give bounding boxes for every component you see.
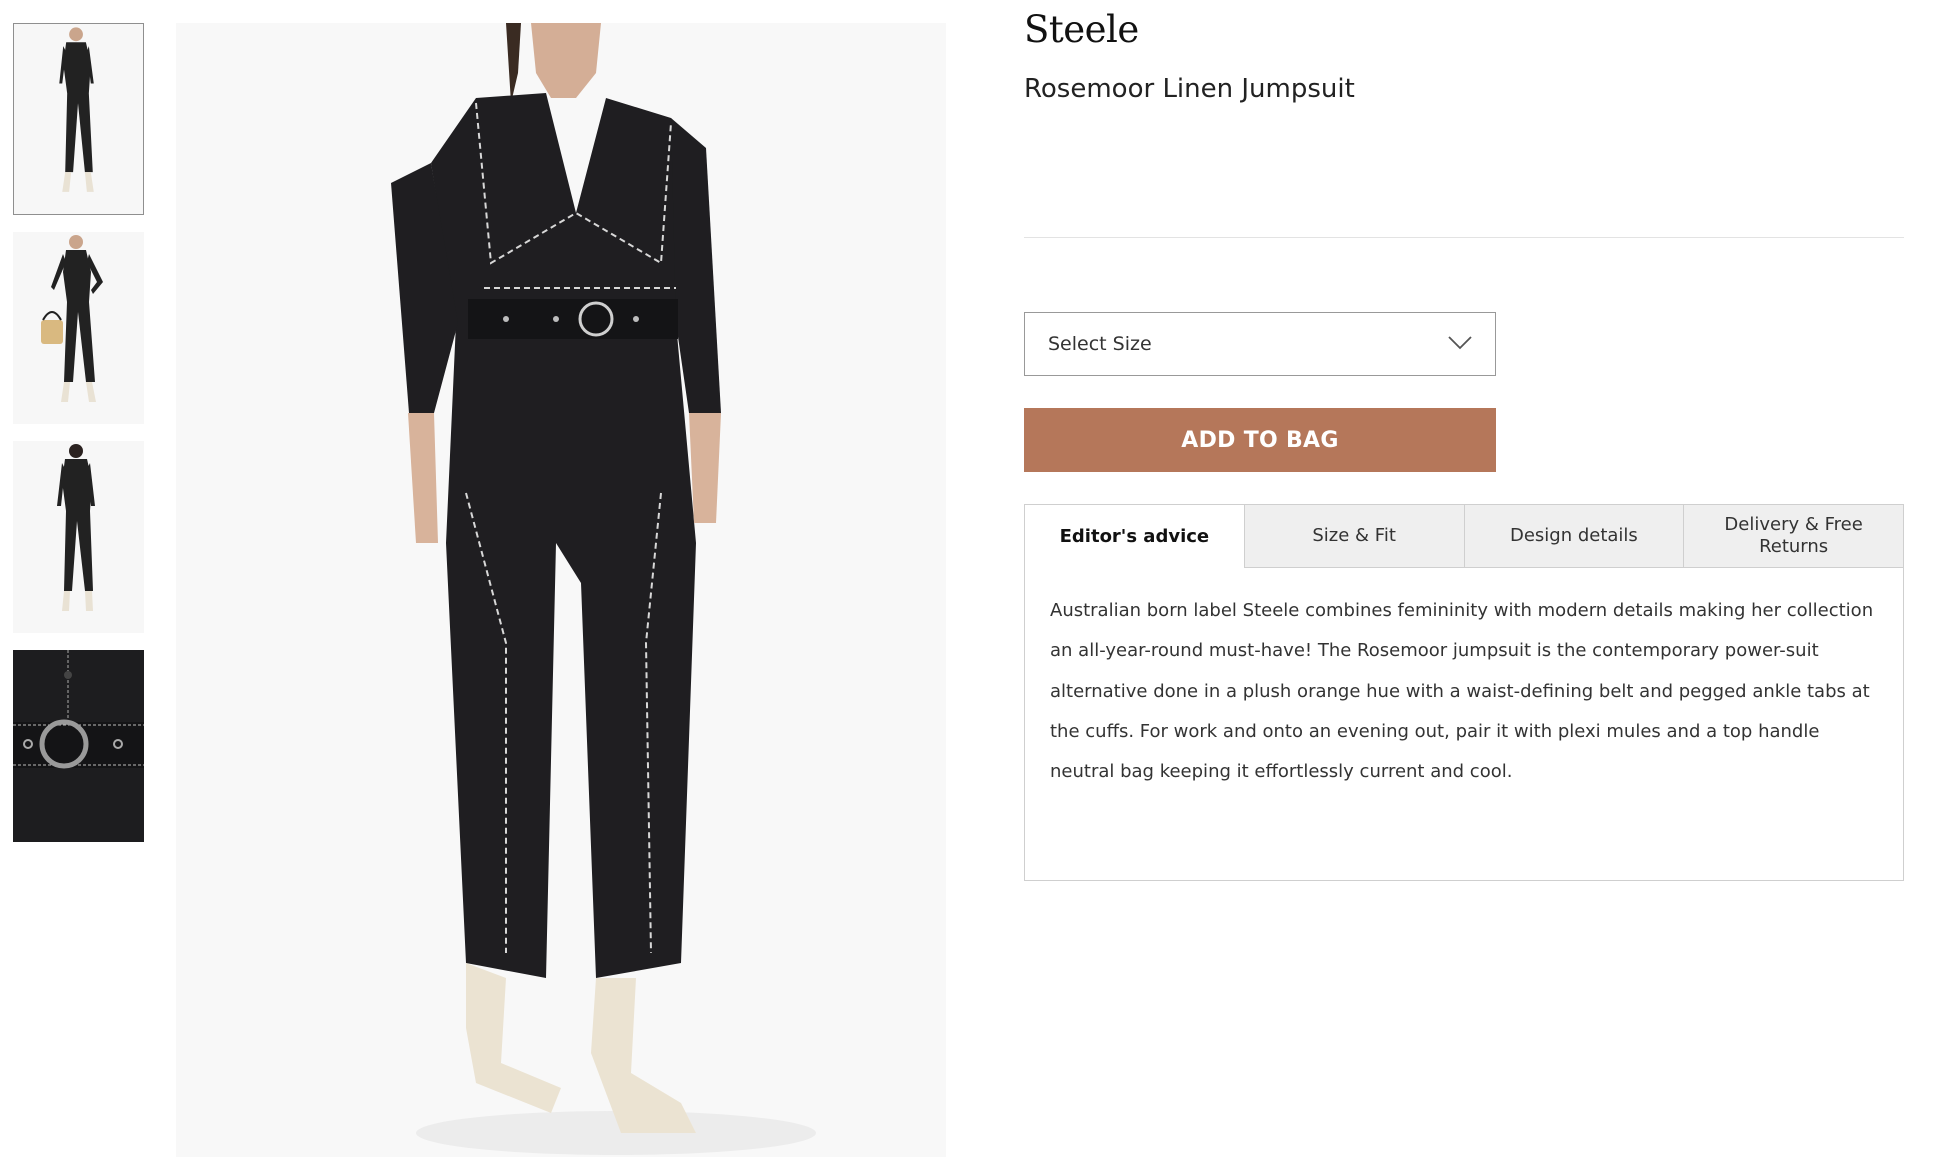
tab-editors-advice[interactable]: Editor's advice (1024, 504, 1245, 568)
thumbnail-front[interactable] (13, 23, 144, 215)
chevron-down-icon (1448, 336, 1472, 350)
tab-delivery-returns[interactable]: Delivery & Free Returns (1684, 504, 1904, 568)
divider (1024, 237, 1904, 238)
brand-name[interactable]: Steele (1024, 8, 1139, 51)
tab-size-fit[interactable]: Size & Fit (1244, 504, 1465, 568)
size-select-label: Select Size (1048, 333, 1152, 355)
tab-panel-editors-advice: Australian born label Steele combines fe… (1024, 568, 1904, 881)
product-tabs: Editor's advice Size & Fit Design detail… (1024, 504, 1904, 881)
add-to-bag-button[interactable]: ADD TO BAG (1024, 408, 1496, 472)
thumbnail-back[interactable] (13, 441, 144, 633)
main-product-image[interactable] (176, 23, 946, 1157)
thumbnail-detail[interactable] (13, 650, 144, 842)
editors-advice-text: Australian born label Steele combines fe… (1050, 600, 1874, 783)
size-select[interactable]: Select Size (1024, 312, 1496, 376)
jumpsuit-with-bag-thumbnail (13, 232, 144, 424)
thumbnail-list (13, 23, 144, 859)
tab-design-details[interactable]: Design details (1464, 504, 1685, 568)
product-title: Rosemoor Linen Jumpsuit (1024, 74, 1355, 104)
jumpsuit-main-photo (176, 23, 946, 1157)
jumpsuit-back-thumbnail (13, 441, 144, 633)
belt-detail-thumbnail (13, 650, 144, 842)
thumbnail-bag[interactable] (13, 232, 144, 424)
jumpsuit-front-thumbnail (14, 24, 143, 214)
